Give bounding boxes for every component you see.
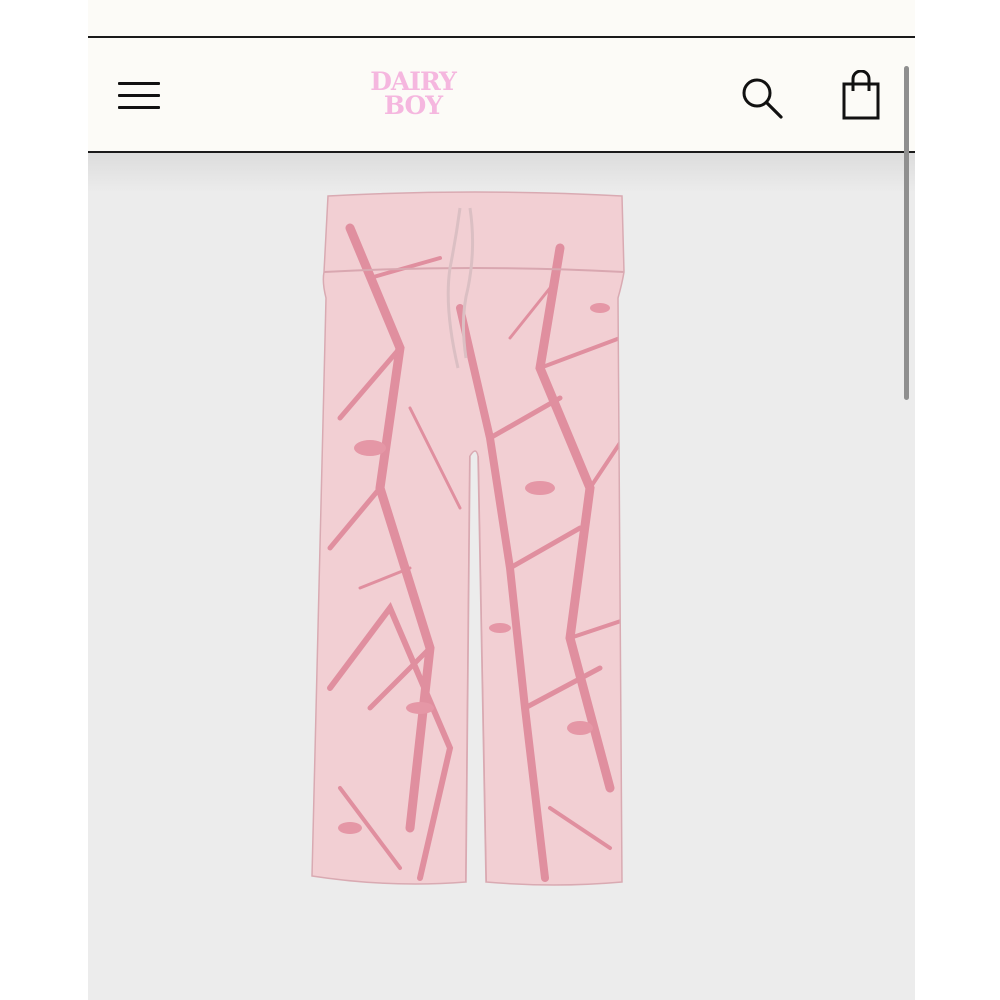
product-image[interactable] (310, 188, 640, 890)
scrollbar[interactable] (904, 66, 909, 400)
hamburger-icon-line (118, 106, 160, 109)
search-icon (742, 78, 783, 119)
cart-button[interactable] (840, 69, 884, 122)
logo-line-2: BOY (383, 91, 443, 120)
shopping-bag-icon (842, 69, 880, 120)
menu-button[interactable] (118, 78, 160, 112)
hamburger-icon-line (118, 82, 160, 85)
right-margin (915, 0, 1000, 1000)
top-bar (88, 0, 915, 36)
brand-logo[interactable]: DAIRY BOY (338, 69, 488, 120)
hamburger-icon-line (118, 94, 160, 97)
header-shadow (88, 153, 915, 193)
mobile-page: DAIRY BOY (88, 0, 915, 1000)
search-button[interactable] (738, 74, 786, 122)
site-header: DAIRY BOY (88, 36, 915, 153)
left-margin (0, 0, 88, 1000)
